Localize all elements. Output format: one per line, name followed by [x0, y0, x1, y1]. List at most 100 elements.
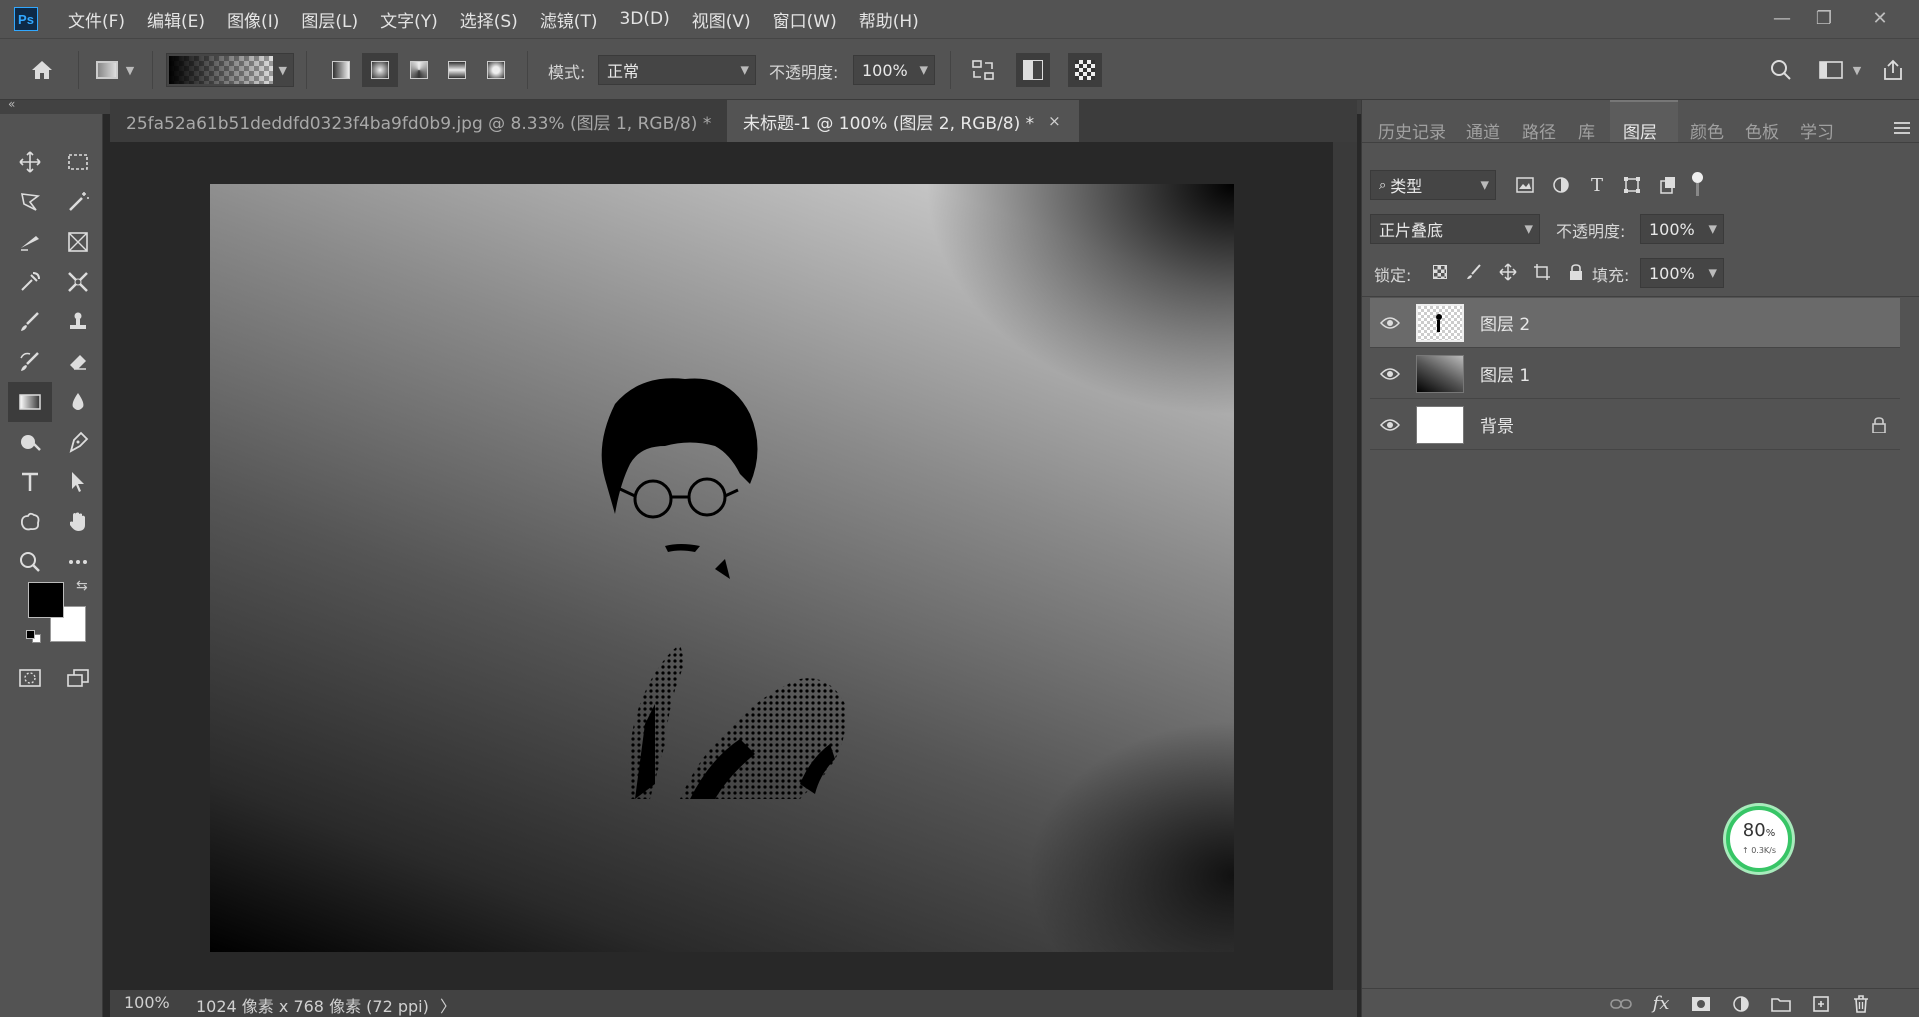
swap-colors-icon[interactable]: ⇆ [76, 578, 88, 594]
gradient-picker[interactable]: ▼ [166, 53, 294, 87]
eraser-tool-icon[interactable] [58, 344, 98, 380]
move-tool-icon[interactable] [10, 144, 50, 180]
tab-libraries[interactable]: 库 [1578, 118, 1595, 143]
lock-image-icon[interactable] [1462, 260, 1486, 284]
marquee-tool-icon[interactable] [58, 144, 98, 180]
history-brush-tool-icon[interactable] [10, 344, 50, 380]
delete-layer-trash-icon[interactable] [1846, 992, 1876, 1016]
stamp-tool-icon[interactable] [58, 304, 98, 340]
layer-name[interactable]: 图层 1 [1480, 361, 1530, 386]
network-speed-widget[interactable]: 80% ↑ 0.3K/s [1726, 806, 1792, 872]
layer-name[interactable]: 背景 [1480, 412, 1514, 437]
filter-pixel-icon[interactable] [1512, 172, 1538, 198]
visibility-eye-icon[interactable] [1370, 316, 1410, 330]
restore-button[interactable]: ❐ [1804, 4, 1844, 32]
layer-row-layer-1[interactable]: 图层 1 [1370, 349, 1900, 399]
close-tab-icon[interactable]: × [1048, 112, 1061, 130]
crop-brush-tool-icon[interactable] [10, 224, 50, 260]
gradient-tool-icon[interactable] [8, 382, 52, 422]
layer-filter-dropdown[interactable]: ⌕ 类型 ▼ [1370, 170, 1496, 200]
dodge-tool-icon[interactable] [10, 424, 50, 460]
workspace-icon[interactable]: ▼ [1810, 53, 1870, 87]
link-layers-icon[interactable] [1606, 992, 1636, 1016]
foreground-color-swatch[interactable] [28, 582, 64, 618]
layer-opacity-input[interactable]: 100% ▼ [1640, 214, 1724, 244]
tab-paths[interactable]: 路径 [1522, 118, 1556, 143]
menu-view[interactable]: 视图(V) [692, 7, 751, 32]
tab-color[interactable]: 颜色 [1690, 118, 1724, 143]
opacity-input[interactable]: 100% ▼ [853, 55, 935, 85]
type-tool-icon[interactable] [10, 464, 50, 500]
dither-icon[interactable] [1016, 53, 1050, 87]
tab-document-1[interactable]: 25fa52a61b51deddfd0323f4ba9fd0b9.jpg @ 8… [110, 100, 738, 142]
more-tools-icon[interactable] [58, 544, 98, 580]
visibility-eye-icon[interactable] [1370, 367, 1410, 381]
new-layer-icon[interactable] [1806, 992, 1836, 1016]
tab-history[interactable]: 历史记录 [1378, 118, 1446, 143]
blur-tool-icon[interactable] [58, 384, 98, 420]
close-window-button[interactable]: ✕ [1860, 4, 1900, 32]
menu-type[interactable]: 文字(Y) [380, 7, 438, 32]
home-icon[interactable] [22, 53, 62, 87]
brush-tool-icon[interactable] [10, 304, 50, 340]
menu-filter[interactable]: 滤镜(T) [540, 7, 598, 32]
layer-style-fx-icon[interactable]: fx [1646, 990, 1676, 1016]
tab-document-2[interactable]: 未标题-1 @ 100% (图层 2, RGB/8) * × [727, 100, 1079, 142]
layer-name[interactable]: 图层 2 [1480, 310, 1530, 335]
hand-tool-icon[interactable] [58, 504, 98, 540]
new-group-folder-icon[interactable] [1766, 992, 1796, 1016]
status-arrow-icon[interactable]: 〉 [440, 993, 456, 1017]
screen-mode-icon[interactable] [58, 660, 98, 696]
tab-swatches[interactable]: 色板 [1745, 118, 1779, 143]
transparency-icon[interactable] [1068, 53, 1102, 87]
document-canvas[interactable] [210, 184, 1234, 952]
panel-menu-icon[interactable] [1894, 122, 1910, 134]
search-icon[interactable] [1764, 53, 1798, 87]
blend-mode-dropdown[interactable]: 正片叠底 ▼ [1370, 214, 1540, 244]
linear-gradient-icon[interactable] [325, 55, 357, 85]
visibility-eye-icon[interactable] [1370, 418, 1410, 432]
menu-select[interactable]: 选择(S) [460, 7, 518, 32]
share-icon[interactable] [1876, 53, 1910, 87]
add-mask-icon[interactable] [1686, 992, 1716, 1016]
menu-layer[interactable]: 图层(L) [301, 7, 358, 32]
layer-row-background[interactable]: 背景 [1370, 400, 1900, 450]
menu-file[interactable]: 文件(F) [68, 7, 125, 32]
menu-help[interactable]: 帮助(H) [859, 7, 919, 32]
layer-row-layer-2[interactable]: 图层 2 [1370, 298, 1900, 348]
mode-dropdown[interactable]: 正常 ▼ [598, 55, 756, 85]
lock-all-icon[interactable] [1564, 260, 1588, 284]
filter-toggle-icon[interactable] [1690, 172, 1704, 196]
lock-transparent-icon[interactable] [1428, 260, 1452, 284]
diamond-gradient-icon[interactable] [480, 55, 512, 85]
lock-artboard-icon[interactable] [1530, 260, 1554, 284]
path-selection-tool-icon[interactable] [58, 464, 98, 500]
filter-shape-icon[interactable] [1619, 172, 1645, 198]
frame-tool-icon[interactable] [58, 224, 98, 260]
minimize-button[interactable]: — [1762, 4, 1802, 32]
filter-smart-object-icon[interactable] [1655, 172, 1681, 198]
magic-wand-tool-icon[interactable] [58, 184, 98, 220]
zoom-tool-icon[interactable] [10, 544, 50, 580]
default-colors-icon[interactable] [26, 630, 42, 644]
gradient-tool-preset-icon[interactable]: ▼ [90, 55, 140, 85]
shape-tool-icon[interactable] [10, 504, 50, 540]
lasso-tool-icon[interactable] [10, 184, 50, 220]
tab-channels[interactable]: 通道 [1466, 118, 1500, 143]
filter-adjustment-icon[interactable] [1548, 172, 1574, 198]
menu-window[interactable]: 窗口(W) [773, 7, 837, 32]
document-info[interactable]: 1024 像素 x 768 像素 (72 ppi) [196, 993, 429, 1017]
angle-gradient-icon[interactable] [403, 55, 435, 85]
adjustment-layer-icon[interactable] [1726, 992, 1756, 1016]
menu-3d[interactable]: 3D(D) [619, 9, 669, 29]
menu-image[interactable]: 图像(I) [227, 7, 279, 32]
filter-type-icon[interactable]: T [1584, 172, 1610, 198]
pen-tool-icon[interactable] [58, 424, 98, 460]
quick-mask-icon[interactable] [10, 660, 50, 696]
radial-gradient-icon[interactable] [362, 53, 398, 87]
reverse-icon[interactable] [966, 53, 1000, 87]
reflected-gradient-icon[interactable] [441, 55, 473, 85]
tab-layers[interactable]: 图层 [1623, 118, 1657, 143]
healing-tool-icon[interactable] [58, 264, 98, 300]
fill-input[interactable]: 100% ▼ [1640, 258, 1724, 288]
